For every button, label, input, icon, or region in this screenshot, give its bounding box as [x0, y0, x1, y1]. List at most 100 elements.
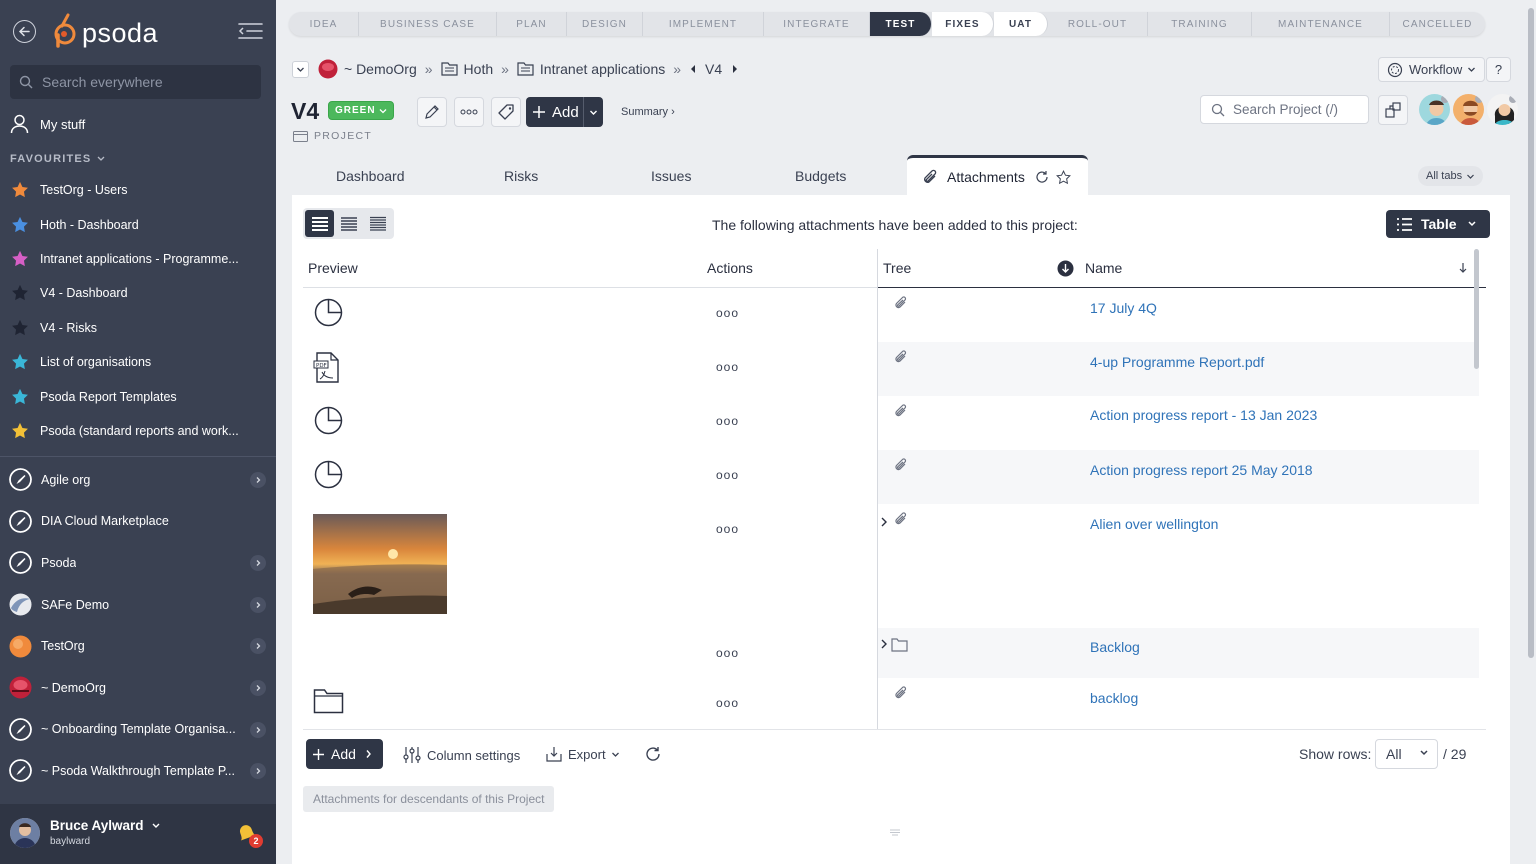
attachment-name-link[interactable]: backlog: [1090, 690, 1138, 706]
avatar[interactable]: [10, 818, 40, 848]
favourite-item[interactable]: Psoda Report Templates: [0, 379, 276, 413]
favourite-item[interactable]: Intranet applications - Programme...: [0, 242, 276, 276]
chevron-right-icon[interactable]: [250, 721, 266, 738]
view-mode-dense[interactable]: [363, 210, 392, 237]
page-scrollbar-thumb[interactable]: [1528, 8, 1534, 658]
footer-add-button[interactable]: Add: [306, 739, 383, 769]
summary-link[interactable]: Summary ›: [621, 106, 675, 118]
stage-implement[interactable]: IMPLEMENT: [643, 12, 764, 36]
org-item-demoorg[interactable]: ~ DemoOrg: [0, 667, 276, 709]
stage-plan[interactable]: PLAN: [497, 12, 567, 36]
all-tabs-button[interactable]: All tabs: [1418, 166, 1484, 186]
attachment-name-link[interactable]: Alien over wellington: [1090, 516, 1218, 532]
attachment-name-link[interactable]: Action progress report 25 May 2018: [1090, 462, 1313, 478]
attachment-name-link[interactable]: 4-up Programme Report.pdf: [1090, 354, 1264, 370]
breadcrumb-dropdown[interactable]: [292, 60, 309, 78]
status-badge[interactable]: GREEN: [328, 101, 394, 120]
table-row[interactable]: ooo Action progress report 25 May 2018: [303, 450, 1479, 504]
avatar[interactable]: [1485, 92, 1520, 127]
attachment-name-link[interactable]: Action progress report - 13 Jan 2023: [1090, 407, 1317, 423]
chevron-right-icon[interactable]: [250, 763, 266, 780]
favourite-item[interactable]: List of organisations: [0, 345, 276, 379]
more-options-button[interactable]: [454, 97, 484, 127]
search-everywhere-input[interactable]: Search everywhere: [10, 65, 261, 99]
workflow-button[interactable]: Workflow: [1378, 57, 1486, 82]
add-dropdown[interactable]: [583, 97, 603, 127]
sort-tree-button[interactable]: [1057, 249, 1074, 287]
chevron-right-icon[interactable]: [250, 555, 266, 572]
stage-integrate[interactable]: INTEGRATE: [764, 12, 870, 36]
table-scrollbar[interactable]: [1474, 249, 1479, 369]
breadcrumb-programme[interactable]: Hoth: [464, 61, 494, 77]
stage-maintenance[interactable]: MAINTENANCE: [1252, 12, 1390, 36]
row-actions-button[interactable]: ooo: [716, 696, 739, 710]
tab-risks[interactable]: Risks: [504, 168, 538, 184]
view-type-dropdown[interactable]: Table: [1386, 210, 1490, 238]
column-header-name[interactable]: Name: [1085, 249, 1122, 287]
tab-issues[interactable]: Issues: [651, 168, 691, 184]
previous-sibling-icon[interactable]: [689, 64, 697, 74]
favourite-item[interactable]: Psoda (standard reports and work...: [0, 414, 276, 448]
stage-roll-out[interactable]: ROLL-OUT: [1048, 12, 1148, 36]
page-scrollbar[interactable]: [1526, 0, 1536, 864]
expand-chevron-icon[interactable]: [879, 516, 889, 528]
chevron-right-icon[interactable]: [250, 679, 266, 696]
tab-budgets[interactable]: Budgets: [795, 168, 846, 184]
favourite-item[interactable]: V4 - Dashboard: [0, 276, 276, 310]
stage-test[interactable]: TEST: [870, 12, 932, 36]
org-item-testorg[interactable]: TestOrg: [0, 625, 276, 667]
column-header-tree[interactable]: Tree: [883, 249, 911, 287]
user-menu[interactable]: Bruce Aylward: [50, 818, 161, 833]
show-rows-select[interactable]: All: [1375, 739, 1438, 769]
avatar[interactable]: [1451, 92, 1486, 127]
view-mode-compact[interactable]: [334, 210, 363, 237]
expand-chevron-icon[interactable]: [879, 638, 889, 650]
export-button[interactable]: Export: [546, 746, 620, 762]
chevron-right-icon[interactable]: [250, 638, 266, 655]
table-row[interactable]: ooo Alien over wellington: [303, 504, 1479, 628]
row-actions-button[interactable]: ooo: [716, 468, 739, 482]
view-mode-comfortable[interactable]: [305, 210, 334, 237]
stage-cancelled[interactable]: CANCELLED: [1390, 12, 1485, 36]
org-item-agile-org[interactable]: Agile org: [0, 459, 276, 501]
favourite-item[interactable]: TestOrg - Users: [0, 173, 276, 207]
table-row[interactable]: PDF ooo 4-up Programme Report.pdf: [303, 342, 1479, 396]
row-actions-button[interactable]: ooo: [716, 306, 739, 320]
photo-thumbnail[interactable]: [313, 514, 447, 614]
stage-design[interactable]: DESIGN: [567, 12, 643, 36]
stage-idea[interactable]: IDEA: [289, 12, 359, 36]
collapse-sidebar-icon[interactable]: [238, 22, 263, 40]
attachment-name-link[interactable]: 17 July 4Q: [1090, 300, 1157, 316]
share-button[interactable]: [1378, 95, 1408, 125]
table-row[interactable]: ooo 17 July 4Q: [303, 288, 1479, 342]
stage-training[interactable]: TRAINING: [1148, 12, 1252, 36]
org-item-psoda[interactable]: Psoda: [0, 542, 276, 584]
favourites-heading[interactable]: FAVOURITES: [10, 153, 106, 165]
refresh-icon[interactable]: [645, 746, 661, 762]
column-divider[interactable]: [877, 249, 878, 729]
avatar[interactable]: [1417, 92, 1452, 127]
stage-fixes[interactable]: FIXES: [932, 12, 994, 36]
tag-button[interactable]: [491, 97, 521, 127]
table-row[interactable]: ooo Action progress report - 13 Jan 2023: [303, 396, 1479, 450]
refresh-icon[interactable]: [1035, 170, 1049, 184]
chevron-right-icon[interactable]: [250, 472, 266, 488]
stage-uat[interactable]: UAT: [994, 12, 1048, 36]
star-outline-icon[interactable]: [1055, 169, 1071, 185]
help-button[interactable]: ?: [1486, 57, 1511, 82]
table-row[interactable]: ooo Backlog: [303, 628, 1479, 678]
favourite-item[interactable]: V4 - Risks: [0, 311, 276, 345]
favourite-item[interactable]: Hoth - Dashboard: [0, 207, 276, 241]
notifications-icon[interactable]: 2: [236, 824, 263, 848]
column-header-preview[interactable]: Preview: [308, 249, 358, 287]
attachment-name-link[interactable]: Backlog: [1090, 639, 1140, 655]
row-actions-button[interactable]: ooo: [716, 646, 739, 660]
tab-attachments[interactable]: Attachments: [907, 155, 1088, 196]
breadcrumb-project-group[interactable]: Intranet applications: [540, 61, 665, 77]
row-actions-button[interactable]: ooo: [716, 414, 739, 428]
column-settings-button[interactable]: Column settings: [403, 746, 520, 764]
edit-button[interactable]: [417, 97, 447, 127]
descendants-attachments-button[interactable]: Attachments for descendants of this Proj…: [303, 786, 555, 812]
stage-business-case[interactable]: BUSINESS CASE: [359, 12, 497, 36]
column-header-actions[interactable]: Actions: [707, 249, 753, 287]
